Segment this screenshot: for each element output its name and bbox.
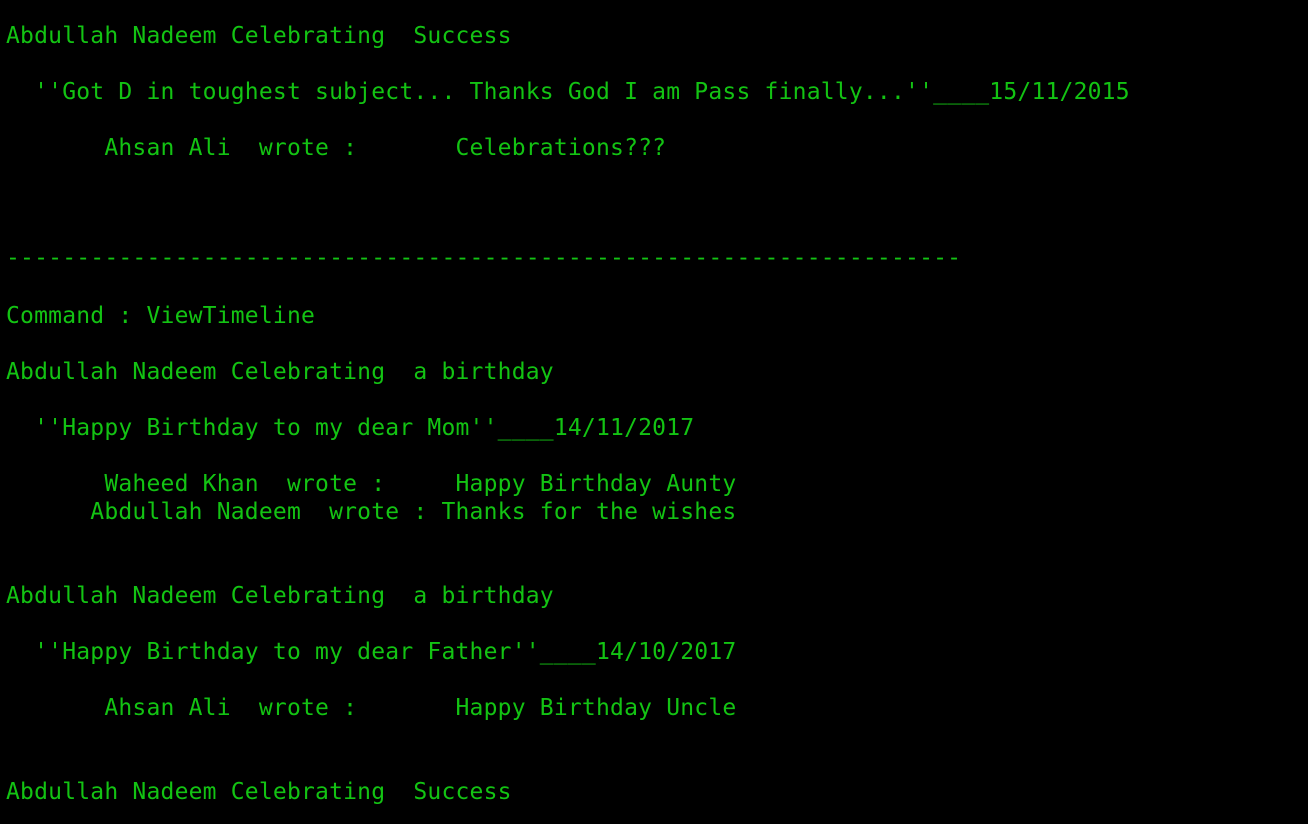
post-header: Abdullah Nadeem Celebrating a birthday [6, 359, 554, 385]
post-comment: Waheed Khan wrote : Happy Birthday Aunty [6, 471, 737, 497]
post-status: ''Happy Birthday to my dear Mom''____14/… [6, 415, 695, 441]
post-header: Abdullah Nadeem Celebrating Success [6, 23, 512, 49]
console-window[interactable]: Abdullah Nadeem Celebrating Success ''Go… [0, 0, 1308, 824]
post-comment: Ahsan Ali wrote : Celebrations??? [6, 135, 667, 161]
post-comment: Ahsan Ali wrote : Happy Birthday Uncle [6, 695, 737, 721]
command-line: Command : ViewTimeline [6, 303, 316, 329]
divider-line: ----------------------------------------… [6, 245, 962, 271]
post-status: ''Happy Birthday to my dear Father''____… [6, 639, 737, 665]
post-header: Abdullah Nadeem Celebrating Success [6, 779, 512, 805]
post-status: ''Got D in toughest subject... Thanks Go… [6, 79, 1130, 105]
post-header: Abdullah Nadeem Celebrating a birthday [6, 583, 554, 609]
post-comment: Abdullah Nadeem wrote : Thanks for the w… [6, 499, 737, 525]
